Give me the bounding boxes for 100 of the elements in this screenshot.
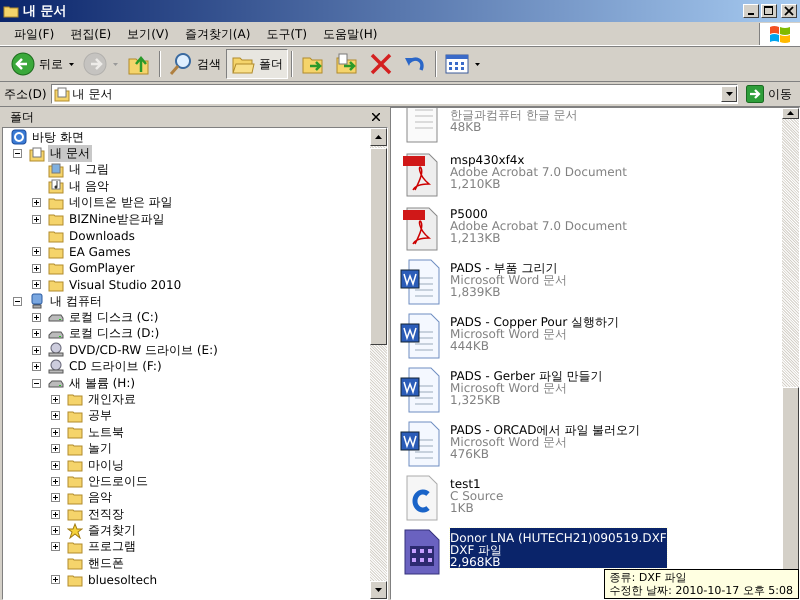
close-button[interactable] xyxy=(781,4,797,18)
tree-item[interactable]: 놀기 xyxy=(86,440,114,458)
expand-icon[interactable] xyxy=(32,247,41,256)
pane-title: 폴더 xyxy=(10,108,35,126)
copy-to-folder-icon xyxy=(335,52,359,76)
file-item[interactable]: P5000 Adobe Acrobat 7.0 Document 1,213KB xyxy=(450,204,627,244)
scroll-up-icon xyxy=(787,111,794,116)
file-item[interactable]: PADS - Copper Pour 실행하기 Microsoft Word 문서 444KB xyxy=(450,312,620,352)
file-item[interactable]: PADS - Gerber 파일 만들기 Microsoft Word 문서 1,325KB xyxy=(450,366,603,406)
menu-item[interactable]: 도구(T) xyxy=(258,26,316,42)
expand-icon[interactable] xyxy=(51,460,60,470)
expand-icon[interactable] xyxy=(32,312,41,322)
tree-item[interactable]: 음악 xyxy=(86,489,114,506)
tree-item[interactable]: 공부 xyxy=(86,407,114,424)
caret-icon xyxy=(726,92,732,96)
tree-item[interactable]: 내 음악 xyxy=(67,178,111,195)
close-icon xyxy=(784,6,794,16)
dropdown-button[interactable] xyxy=(721,86,737,102)
menu-item[interactable]: 도움말(H) xyxy=(315,26,386,42)
menu-item[interactable]: 즐겨찾기(A) xyxy=(176,26,258,42)
document-folder-icon xyxy=(29,146,45,162)
minimize-button[interactable] xyxy=(743,4,759,18)
address-label: 주소(D) xyxy=(4,86,47,102)
tooltip-text: 종류: DXF 파일 xyxy=(610,571,688,584)
tree-item[interactable]: 마이닝 xyxy=(86,456,126,474)
menu-item[interactable]: 보기(V) xyxy=(119,26,177,42)
tooltip-text: 수정한 날짜: 2010-10-17 오후 5:08 xyxy=(610,584,793,597)
expand-icon[interactable] xyxy=(51,493,60,502)
expand-icon[interactable] xyxy=(51,444,60,454)
tree-item[interactable]: bluesoltech xyxy=(86,572,160,587)
expand-icon[interactable] xyxy=(32,329,41,338)
file-item[interactable]: msp430xf4x Adobe Acrobat 7.0 Document 1,210KB xyxy=(450,150,627,190)
expand-icon[interactable] xyxy=(51,428,60,437)
tree-item[interactable]: 즐겨찾기 xyxy=(86,522,138,540)
address-field[interactable]: 내 문서 xyxy=(50,84,738,104)
caret-icon xyxy=(475,62,480,66)
tree-item[interactable]: 네이트온 받은 파일 xyxy=(67,194,175,212)
cd-drive-icon xyxy=(48,358,64,375)
tree-item[interactable]: EA Games xyxy=(67,244,133,259)
search-button[interactable]: 검색 xyxy=(164,49,226,79)
expand-icon[interactable] xyxy=(51,526,60,536)
tree-item[interactable]: 프로그램 xyxy=(86,538,138,556)
expand-icon[interactable] xyxy=(32,264,41,273)
maximize-icon xyxy=(764,6,774,16)
scroll-up-icon xyxy=(375,135,382,139)
expand-icon[interactable] xyxy=(32,280,41,290)
expand-icon[interactable] xyxy=(32,198,41,208)
address-input[interactable]: 내 문서 xyxy=(70,87,721,101)
tree-item[interactable]: 내 문서 xyxy=(48,145,92,162)
collapse-icon[interactable] xyxy=(13,296,22,306)
collapse-icon[interactable] xyxy=(13,149,22,158)
go-button[interactable]: 이동 xyxy=(742,85,796,103)
delete-icon xyxy=(369,52,393,76)
expand-icon[interactable] xyxy=(51,575,60,584)
close-button[interactable] xyxy=(370,111,382,123)
menu-item[interactable]: 파일(F) xyxy=(6,26,62,42)
expand-icon[interactable] xyxy=(32,346,41,355)
tree-item[interactable]: Visual Studio 2010 xyxy=(67,278,184,292)
expand-icon[interactable] xyxy=(51,411,60,420)
tree-item[interactable]: 노트북 xyxy=(86,424,126,441)
expand-icon[interactable] xyxy=(32,214,41,224)
tree-item[interactable]: GomPlayer xyxy=(67,261,137,276)
file-item[interactable]: Donor LNA (HUTECH21)090519.DXF DXF 파일 2,968KB xyxy=(450,528,667,568)
tree-item[interactable]: 로컬 디스크 (C:) xyxy=(67,309,160,326)
tree-item[interactable]: 개인자료 xyxy=(86,390,138,408)
file-item[interactable]: PADS - 부품 그리기 Microsoft Word 문서 1,839KB xyxy=(450,258,568,298)
expand-icon[interactable] xyxy=(51,542,60,552)
window-title: 내 문서 xyxy=(23,3,68,20)
expand-icon[interactable] xyxy=(51,476,60,486)
file-item[interactable]: test1 C Source 1KB xyxy=(450,474,504,514)
search-icon xyxy=(169,52,193,76)
tree-item[interactable]: 로컬 디스크 (D:) xyxy=(67,325,162,342)
tree-item[interactable]: 전직장 xyxy=(86,506,126,523)
cd-drive-icon xyxy=(48,342,64,358)
folders-button[interactable]: 폴더 xyxy=(226,49,288,79)
tree-item[interactable]: 안드로이드 xyxy=(86,472,150,490)
expand-icon[interactable] xyxy=(32,362,41,372)
picture-folder-icon xyxy=(48,162,64,178)
tree-item[interactable]: Downloads xyxy=(67,228,137,243)
tree-item[interactable]: 내 그림 xyxy=(67,161,111,178)
tree-item[interactable]: 새 볼륨 (H:) xyxy=(67,374,138,392)
tree-item[interactable]: 바탕 화면 xyxy=(30,128,86,146)
tree-item[interactable]: CD 드라이브 (F:) xyxy=(67,358,164,376)
scrollbar[interactable] xyxy=(370,128,387,599)
flag-logo-icon xyxy=(768,24,792,44)
expand-icon[interactable] xyxy=(51,510,60,519)
file-item[interactable]: 한글과컴퓨터 한글 문서 48KB xyxy=(450,108,578,133)
back-button[interactable]: 뒤로 xyxy=(6,49,68,79)
expand-icon[interactable] xyxy=(51,394,60,404)
maximize-button[interactable] xyxy=(761,4,777,18)
collapse-icon[interactable] xyxy=(32,378,41,388)
close-icon xyxy=(372,113,380,121)
tree-item[interactable]: DVD/CD-RW 드라이브 (E:) xyxy=(67,342,220,359)
tree-item[interactable]: 핸드폰 xyxy=(86,554,126,572)
tree-item[interactable]: BIZNine받은파일 xyxy=(67,210,166,228)
file-item[interactable]: PADS - ORCAD에서 파일 불러오기 Microsoft Word 문서 476KB xyxy=(450,420,640,460)
minimize-icon xyxy=(748,13,754,15)
menu-item[interactable]: 편집(E) xyxy=(62,26,120,42)
views-icon xyxy=(445,52,469,76)
tree-item[interactable]: 내 컴퓨터 xyxy=(48,292,104,310)
